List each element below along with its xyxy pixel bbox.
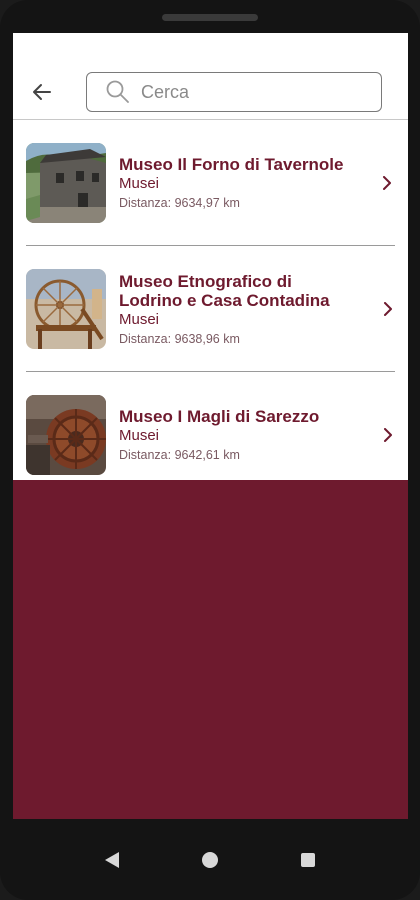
item-distance: Distanza: 9642,61 km: [119, 448, 240, 462]
list-item[interactable]: Museo Etnografico di Lodrino e Casa Cont…: [26, 245, 395, 371]
nav-home-button[interactable]: [198, 848, 222, 872]
top-bar: [13, 33, 408, 120]
back-triangle-icon: [105, 851, 119, 868]
search-input[interactable]: [139, 80, 363, 104]
item-text: Museo Etnografico di Lodrino e Casa Cont…: [119, 272, 354, 346]
back-button[interactable]: [29, 79, 55, 105]
list-item[interactable]: Museo Il Forno di Tavernole Musei Distan…: [13, 120, 408, 245]
item-text: Museo Il Forno di Tavernole Musei Distan…: [119, 155, 354, 210]
item-category: Musei: [119, 427, 160, 444]
system-nav-bar: [0, 819, 420, 900]
museum-list: Museo Il Forno di Tavernole Musei Distan…: [13, 120, 408, 497]
museum-photo-magli: [26, 394, 106, 475]
nav-recents-button[interactable]: [296, 848, 320, 872]
museum-photo-etnografico: [26, 268, 106, 349]
search-bar[interactable]: [86, 72, 382, 112]
item-title: Museo I Magli di Sarezzo: [119, 407, 320, 426]
search-icon: [105, 78, 133, 106]
item-category: Musei: [119, 310, 160, 328]
nav-back-button[interactable]: [100, 848, 124, 872]
chevron-right-icon: [381, 300, 395, 318]
chevron-right-icon: [380, 174, 394, 192]
device-frame: Museo Il Forno di Tavernole Musei Distan…: [0, 0, 420, 900]
list-item[interactable]: Museo I Magli di Sarezzo Musei Distanza:…: [26, 371, 395, 497]
item-distance: Distanza: 9634,97 km: [119, 196, 240, 210]
item-distance: Distanza: 9638,96 km: [119, 331, 240, 346]
item-category: Musei: [119, 175, 160, 192]
chevron-right-icon: [381, 426, 395, 444]
museum-photo-forno: [26, 142, 106, 223]
item-title: Museo Il Forno di Tavernole: [119, 155, 344, 174]
empty-background-panel: [13, 480, 408, 819]
item-title: Museo Etnografico di Lodrino e Casa Cont…: [119, 271, 330, 310]
recents-square-icon: [301, 852, 315, 867]
speaker-grille: [162, 14, 258, 21]
item-text: Museo I Magli di Sarezzo Musei Distanza:…: [119, 407, 354, 462]
arrow-left-icon: [33, 84, 51, 100]
home-circle-icon: [202, 851, 218, 868]
app-screen: Museo Il Forno di Tavernole Musei Distan…: [13, 33, 408, 819]
